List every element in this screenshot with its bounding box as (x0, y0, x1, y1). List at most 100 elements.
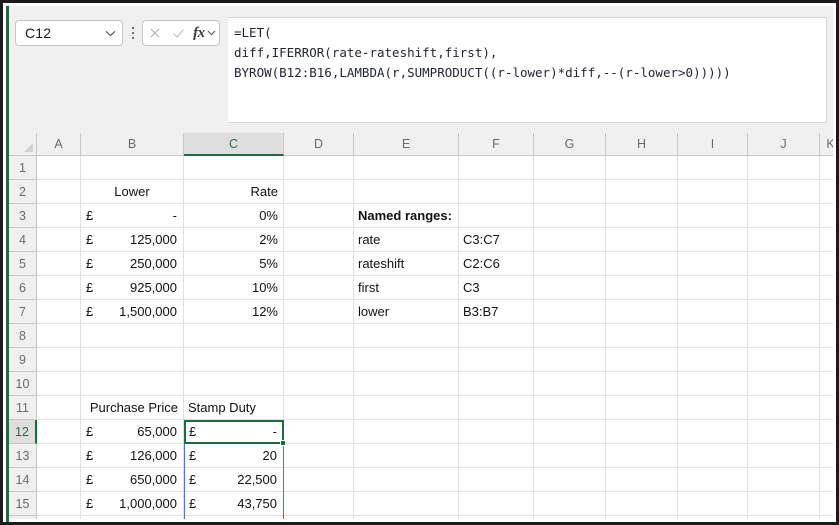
cell-I5[interactable] (678, 252, 748, 276)
cell-G4[interactable] (534, 228, 606, 252)
cell-I2[interactable] (678, 180, 748, 204)
cell-H12[interactable] (606, 420, 678, 444)
cell-B3[interactable]: £ - (81, 204, 184, 228)
cell-C3[interactable]: 0% (184, 204, 284, 228)
cell-H10[interactable] (606, 372, 678, 396)
cell-I13[interactable] (678, 444, 748, 468)
cell-B9[interactable] (81, 348, 184, 372)
cell-F12[interactable] (459, 420, 534, 444)
cell-G12[interactable] (534, 420, 606, 444)
cell-B7[interactable]: £1,500,000 (81, 300, 184, 324)
cell-B6[interactable]: £925,000 (81, 276, 184, 300)
cell-G8[interactable] (534, 324, 606, 348)
cell-C15[interactable]: £43,750 (184, 492, 284, 516)
cell-J16[interactable] (748, 516, 820, 519)
cell-D10[interactable] (284, 372, 354, 396)
cell-I14[interactable] (678, 468, 748, 492)
cell-A5[interactable] (37, 252, 81, 276)
cell-K12[interactable] (820, 420, 833, 444)
cell-K1[interactable] (820, 156, 833, 180)
cell-C7[interactable]: 12% (184, 300, 284, 324)
cell-J3[interactable] (748, 204, 820, 228)
cell-E11[interactable] (354, 396, 459, 420)
cell-J11[interactable] (748, 396, 820, 420)
cell-I8[interactable] (678, 324, 748, 348)
cell-G3[interactable] (534, 204, 606, 228)
cell-J8[interactable] (748, 324, 820, 348)
row-header-12[interactable]: 12 (9, 420, 37, 444)
formula-input[interactable]: =LET( diff,IFERROR(rate-rateshift,first)… (228, 17, 827, 123)
cell-J1[interactable] (748, 156, 820, 180)
cell-J4[interactable] (748, 228, 820, 252)
cell-F2[interactable] (459, 180, 534, 204)
cell-D15[interactable] (284, 492, 354, 516)
cell-B2[interactable]: Lower (81, 180, 184, 204)
cell-J5[interactable] (748, 252, 820, 276)
cell-E3[interactable]: Named ranges: (354, 204, 459, 228)
cell-C2[interactable]: Rate (184, 180, 284, 204)
cell-K13[interactable] (820, 444, 833, 468)
cell-I11[interactable] (678, 396, 748, 420)
confirm-check-icon[interactable] (166, 21, 189, 45)
cell-J9[interactable] (748, 348, 820, 372)
cell-G14[interactable] (534, 468, 606, 492)
cell-C5[interactable]: 5% (184, 252, 284, 276)
cell-E7[interactable]: lower (354, 300, 459, 324)
cell-E9[interactable] (354, 348, 459, 372)
column-header-c[interactable]: C (184, 133, 284, 156)
cell-I1[interactable] (678, 156, 748, 180)
cell-K9[interactable] (820, 348, 833, 372)
cell-E12[interactable] (354, 420, 459, 444)
column-header-a[interactable]: A (37, 133, 81, 156)
cell-G1[interactable] (534, 156, 606, 180)
row-header-7[interactable]: 7 (9, 300, 37, 324)
row-header-15[interactable]: 15 (9, 492, 37, 516)
cell-D9[interactable] (284, 348, 354, 372)
row-header-11[interactable]: 11 (9, 396, 37, 420)
cell-D16[interactable] (284, 516, 354, 519)
cell-B14[interactable]: £650,000 (81, 468, 184, 492)
cell-D7[interactable] (284, 300, 354, 324)
cell-D13[interactable] (284, 444, 354, 468)
cell-I4[interactable] (678, 228, 748, 252)
cell-A11[interactable] (37, 396, 81, 420)
column-header-d[interactable]: D (284, 133, 354, 156)
cell-E4[interactable]: rate (354, 228, 459, 252)
cell-I7[interactable] (678, 300, 748, 324)
cell-A10[interactable] (37, 372, 81, 396)
select-all-corner[interactable] (9, 133, 37, 156)
cell-F4[interactable]: C3:C7 (459, 228, 534, 252)
row-header-8[interactable]: 8 (9, 324, 37, 348)
row-header-9[interactable]: 9 (9, 348, 37, 372)
cell-G11[interactable] (534, 396, 606, 420)
cell-C9[interactable] (184, 348, 284, 372)
cell-C10[interactable] (184, 372, 284, 396)
cell-C13[interactable]: £20 (184, 444, 284, 468)
cell-H16[interactable] (606, 516, 678, 519)
cell-H9[interactable] (606, 348, 678, 372)
cell-D3[interactable] (284, 204, 354, 228)
cell-F9[interactable] (459, 348, 534, 372)
cell-F15[interactable] (459, 492, 534, 516)
cell-A13[interactable] (37, 444, 81, 468)
row-header-10[interactable]: 10 (9, 372, 37, 396)
cell-A12[interactable] (37, 420, 81, 444)
cell-K6[interactable] (820, 276, 833, 300)
cell-C16[interactable]: £213,750 (184, 516, 284, 519)
cell-G13[interactable] (534, 444, 606, 468)
cell-B1[interactable] (81, 156, 184, 180)
cell-A8[interactable] (37, 324, 81, 348)
cell-B4[interactable]: £125,000 (81, 228, 184, 252)
cancel-x-icon[interactable] (143, 21, 166, 45)
cell-D1[interactable] (284, 156, 354, 180)
cell-A2[interactable] (37, 180, 81, 204)
row-header-4[interactable]: 4 (9, 228, 37, 252)
kebab-menu-icon[interactable] (128, 24, 138, 42)
cell-H8[interactable] (606, 324, 678, 348)
cell-F5[interactable]: C2:C6 (459, 252, 534, 276)
cell-E5[interactable]: rateshift (354, 252, 459, 276)
cell-C11[interactable]: Stamp Duty (184, 396, 284, 420)
cell-K11[interactable] (820, 396, 833, 420)
cell-J14[interactable] (748, 468, 820, 492)
cell-K15[interactable] (820, 492, 833, 516)
